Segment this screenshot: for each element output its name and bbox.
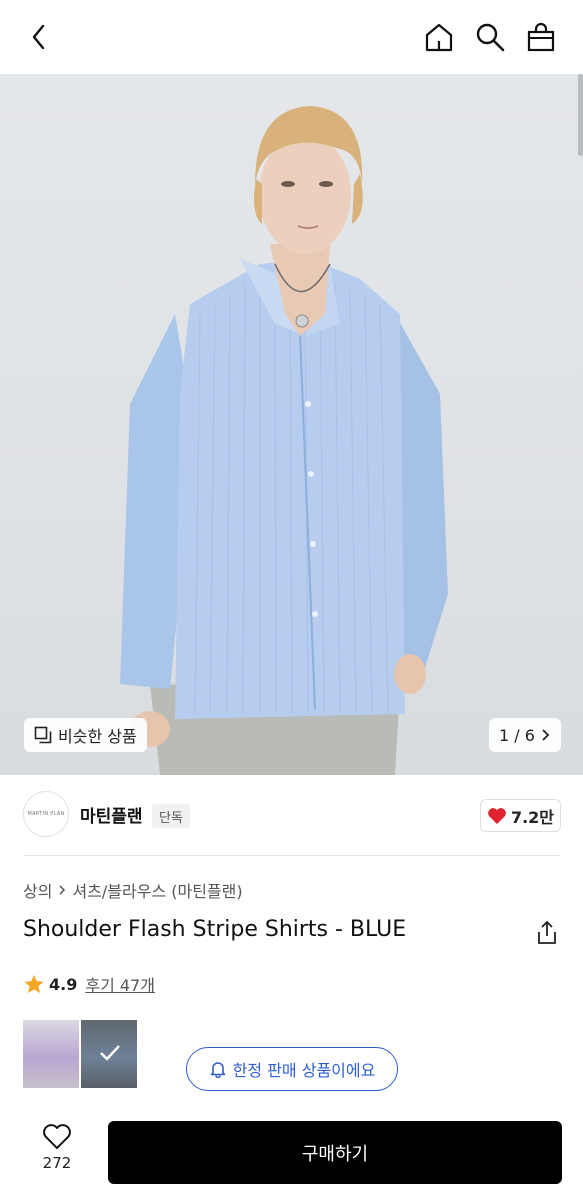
share-button[interactable] bbox=[534, 919, 560, 947]
reviews-link[interactable]: 후기 47개 bbox=[85, 972, 155, 996]
chevron-left-icon bbox=[32, 24, 45, 50]
home-icon bbox=[425, 23, 453, 52]
check-icon bbox=[100, 1045, 120, 1061]
color-option-purple[interactable] bbox=[23, 1020, 79, 1088]
copy-icon bbox=[34, 726, 52, 744]
breadcrumb-category[interactable]: 상의 bbox=[23, 878, 52, 902]
brand-like-count: 7.2만 bbox=[510, 807, 555, 827]
bell-icon bbox=[210, 1062, 225, 1078]
similar-products-button[interactable]: 비슷한 상품 bbox=[24, 718, 147, 752]
divider bbox=[23, 855, 561, 856]
buy-button[interactable]: 구매하기 bbox=[108, 1121, 562, 1184]
shopping-bag-icon bbox=[527, 22, 555, 52]
home-button[interactable] bbox=[422, 20, 456, 54]
brand-like-button[interactable]: 7.2만 bbox=[480, 799, 561, 832]
image-page-indicator[interactable]: 1 / 6 bbox=[489, 718, 561, 752]
limited-sale-label: 한정 판매 상품이에요 bbox=[232, 1061, 376, 1080]
star-icon bbox=[24, 974, 44, 993]
brand-row: MARTIN PLAN 마틴플랜 단독 7.2만 bbox=[0, 775, 583, 855]
page-indicator-text: 1 / 6 bbox=[499, 725, 535, 745]
brand-logo-text: MARTIN PLAN bbox=[27, 811, 65, 817]
share-icon bbox=[538, 920, 556, 944]
heart-icon bbox=[488, 807, 506, 824]
limited-sale-badge: 한정 판매 상품이에요 bbox=[186, 1047, 398, 1091]
product-image-gallery[interactable]: 비슷한 상품 1 / 6 bbox=[0, 74, 583, 775]
rating-row: 4.9 후기 47개 bbox=[23, 972, 155, 996]
color-option-blue[interactable] bbox=[81, 1020, 137, 1088]
product-title: Shoulder Flash Stripe Shirts - BLUE bbox=[23, 917, 407, 942]
wishlist-button[interactable]: 272 bbox=[32, 1124, 82, 1172]
search-button[interactable] bbox=[473, 20, 507, 54]
exclusive-badge: 단독 bbox=[152, 804, 190, 828]
similar-products-label: 비슷한 상품 bbox=[58, 727, 137, 746]
chevron-right-icon bbox=[542, 729, 550, 741]
search-icon bbox=[476, 23, 505, 52]
product-photo bbox=[120, 106, 448, 775]
color-options bbox=[23, 1020, 137, 1088]
rating-value: 4.9 bbox=[49, 974, 78, 994]
bottom-action-bar: 272 구매하기 bbox=[0, 1110, 583, 1200]
cart-button[interactable] bbox=[524, 20, 558, 54]
brand-logo[interactable]: MARTIN PLAN bbox=[23, 791, 69, 837]
breadcrumb-subcategory[interactable]: 셔츠/블라우스 (마틴플랜) bbox=[72, 878, 242, 902]
brand-name[interactable]: 마틴플랜 bbox=[80, 802, 143, 827]
breadcrumb: 상의 셔츠/블라우스 (마틴플랜) bbox=[23, 878, 243, 902]
chevron-right-icon bbox=[59, 885, 66, 895]
heart-outline-icon bbox=[43, 1124, 71, 1149]
wishlist-count: 272 bbox=[42, 1154, 72, 1172]
top-header bbox=[0, 0, 583, 74]
back-button[interactable] bbox=[22, 20, 56, 54]
